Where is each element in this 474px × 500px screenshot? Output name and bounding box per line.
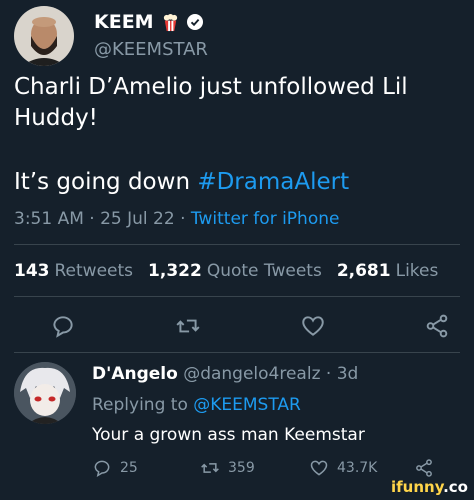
replying-to: Replying to @KEEMSTAR — [92, 395, 301, 415]
retweet-button[interactable] — [175, 313, 201, 339]
share-icon — [426, 314, 448, 338]
author-name[interactable]: KEEM — [94, 11, 203, 33]
reply-header: D'Angelo @dangelo4realz · 3d — [92, 364, 358, 384]
popcorn-icon — [163, 13, 177, 31]
meta-separator: · — [325, 364, 332, 384]
heart-icon — [302, 316, 324, 336]
reply-age[interactable]: 3d — [337, 364, 359, 384]
reply-like-button[interactable]: 43.7K — [309, 458, 377, 478]
author-avatar[interactable] — [14, 6, 74, 66]
watermark-brand: ifunny — [390, 478, 444, 496]
tweet-header: KEEM @KEEMSTAR — [14, 6, 464, 66]
retweets-stat[interactable]: 143 Retweets — [14, 261, 133, 281]
likes-count: 2,681 — [336, 261, 391, 281]
likes-label: Likes — [395, 261, 439, 281]
reply-button[interactable] — [50, 313, 76, 339]
reply-retweet-button[interactable]: 359 — [200, 458, 255, 478]
tweet-time[interactable]: 3:51 AM — [14, 209, 84, 229]
retweet-icon — [201, 463, 219, 473]
tweet-text-line1: Charli D’Amelio just unfollowed Lil Hudd… — [14, 74, 408, 131]
tweet-stats: 143 Retweets 1,322 Quote Tweets 2,681 Likes — [14, 261, 438, 281]
tweet-text-prefix: It’s going down — [14, 169, 198, 195]
reply-author-handle[interactable]: @dangelo4realz — [183, 364, 320, 384]
likes-stat[interactable]: 2,681 Likes — [337, 261, 439, 281]
share-button[interactable] — [424, 313, 450, 339]
quote-tweets-stat[interactable]: 1,322 Quote Tweets — [148, 261, 322, 281]
ifunny-watermark: ifunny.co — [391, 478, 468, 496]
reply-share-button[interactable] — [414, 458, 434, 478]
quote-tweets-count: 1,322 — [148, 261, 202, 281]
reply-like-count: 43.7K — [337, 460, 378, 476]
author-name-text: KEEM — [94, 11, 154, 33]
reply-icon — [53, 316, 73, 338]
like-button[interactable] — [300, 313, 326, 339]
tweet-text-line2: It’s going down #DramaAlert — [14, 167, 464, 198]
retweets-count: 143 — [14, 261, 50, 281]
quote-tweets-label: Quote Tweets — [206, 261, 322, 281]
reply-avatar[interactable] — [14, 362, 76, 424]
tweet-text: Charli D’Amelio just unfollowed Lil Hudd… — [14, 72, 464, 198]
meta-separator: · — [89, 209, 95, 229]
author-handle[interactable]: @KEEMSTAR — [94, 39, 208, 60]
reply-reply-count: 25 — [120, 460, 138, 476]
divider — [14, 244, 460, 245]
verified-icon — [186, 14, 203, 30]
tweet-actions — [0, 313, 474, 343]
tweet-source[interactable]: Twitter for iPhone — [191, 209, 340, 229]
reply-author-name[interactable]: D'Angelo — [92, 364, 178, 384]
reply-icon — [94, 460, 110, 478]
watermark-suffix: .co — [443, 478, 468, 496]
replying-to-label: Replying to — [92, 395, 194, 415]
reply-avatar-image — [14, 362, 76, 424]
retweet-icon — [176, 319, 200, 333]
replying-to-handle[interactable]: @KEEMSTAR — [193, 395, 301, 415]
hashtag-link[interactable]: #DramaAlert — [197, 169, 349, 195]
meta-separator: · — [180, 209, 186, 229]
reply-text: Your a grown ass man Keemstar — [92, 425, 365, 445]
divider — [14, 352, 460, 353]
retweets-label: Retweets — [54, 261, 134, 281]
tweet-date[interactable]: 25 Jul 22 — [100, 209, 175, 229]
reply-reply-button[interactable]: 25 — [92, 458, 138, 478]
reply-tweet[interactable]: D'Angelo @dangelo4realz · 3d Replying to… — [14, 362, 464, 492]
tweet-meta: 3:51 AM · 25 Jul 22 · Twitter for iPhone — [14, 209, 339, 229]
divider — [14, 296, 460, 297]
heart-icon — [310, 460, 328, 476]
share-icon — [416, 459, 432, 477]
avatar-image — [14, 6, 74, 66]
reply-retweet-count: 359 — [228, 460, 255, 476]
